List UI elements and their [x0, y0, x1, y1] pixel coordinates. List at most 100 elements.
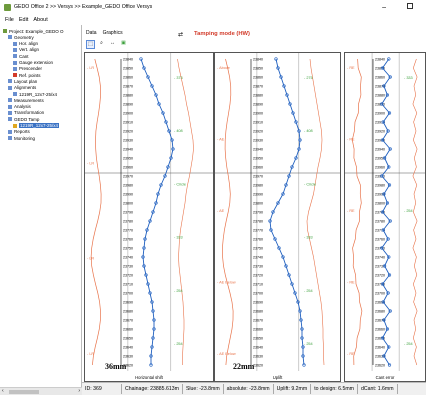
tree-node-icon [8, 129, 12, 134]
minimize-button[interactable]: – [382, 4, 386, 11]
design-curve [412, 58, 418, 366]
chainage-tick-label: 23950 [123, 157, 133, 161]
menu-about[interactable]: About [33, 17, 47, 23]
chainage-tick-label: 23660 [253, 328, 263, 332]
tab-graphics[interactable]: Graphics [101, 30, 125, 36]
tree-item[interactable]: GEDO Tamp [8, 116, 39, 122]
element-label: - 373 [174, 76, 183, 80]
tree-item[interactable]: Gauge extension [13, 60, 53, 66]
export-icon[interactable]: ▣ [119, 40, 128, 49]
chainage-tick-label: 23750 [123, 247, 133, 251]
tree-item[interactable]: Prescender [13, 66, 42, 72]
tree-item-label: Prescender [19, 66, 43, 72]
tree-item[interactable]: Ref. points [13, 72, 41, 78]
chainage-tick-label: 23630 [375, 355, 385, 359]
tamping-mode-icon[interactable]: ⇄ [178, 31, 188, 38]
chainage-tick-label: 23800 [253, 202, 263, 206]
chainage-tick-label: 23920 [123, 130, 133, 134]
uplift-panel[interactable]: 23840 23850 23860 23870 23880 23890 23900 23910… [214, 52, 341, 382]
tree-node-icon [13, 47, 17, 52]
tree-node-icon [8, 104, 12, 109]
status-slue: Slue: -23.8mm [183, 384, 224, 394]
chainage-tick-label: 23850 [123, 67, 133, 71]
status-dcant: dCant: 1.6mm [358, 384, 398, 394]
tree-item[interactable]: Alignments [8, 85, 36, 91]
element-label: - 254 [404, 342, 413, 346]
uplift-chart[interactable]: 23840 23850 23860 23870 23880 23890 23900 23910… [215, 53, 341, 382]
tree-item[interactable]: 1219R_12x7-25/x4 [13, 123, 60, 129]
tree-item[interactable]: Project: Example_GEDO O [3, 28, 64, 34]
tree-item-label: Hor. align [19, 41, 39, 47]
tree-horizontal-scrollbar[interactable]: ‹ › [0, 387, 82, 395]
chainage-tick-label: 23870 [253, 85, 263, 89]
chainage-tick-label: 23890 [253, 103, 263, 107]
horizontal-shift-chart[interactable]: 23840 23850 23860 23870 23880 23890 23900 23910… [85, 53, 214, 382]
scale-label: 22mm [233, 362, 255, 371]
chainage-tick-label: 23700 [123, 292, 133, 296]
limit-label: - RE [347, 138, 355, 142]
select-tool-icon[interactable]: ⬚ [86, 40, 95, 49]
tree-item[interactable]: Reports [8, 129, 30, 135]
menu-edit[interactable]: Edit [19, 17, 28, 23]
element-label: - 254 [304, 342, 313, 346]
chainage-tick-label: 23730 [123, 265, 133, 269]
tree-item[interactable]: Transformation [8, 110, 44, 116]
tree-item-label: Vert. align [19, 47, 40, 53]
limit-label: - RE [347, 209, 355, 213]
horizontal-shift-panel[interactable]: 23840 23850 23860 23870 23880 23890 23900 23910… [84, 52, 214, 382]
chainage-tick-label: 23980 [253, 184, 263, 188]
chainage-tick-label: 23620 [253, 364, 263, 368]
tree-item-label: Layout plan [14, 78, 38, 84]
limit-label: - RE [347, 352, 355, 356]
chainage-tick-label: 23670 [253, 319, 263, 323]
pan-arrows-icon[interactable]: ↔ [108, 40, 117, 49]
panel-title: Uplift [272, 375, 283, 380]
tree-item-label: GEDO Tamp [14, 116, 40, 122]
chainage-tick-label: 23740 [123, 256, 133, 260]
chainage-tick-label: 23690 [253, 301, 263, 305]
tree-item[interactable]: 1219R_12x7-25/x4 [13, 91, 57, 97]
chainage-tick-label: 23700 [375, 292, 385, 296]
tab-data[interactable]: Data [84, 30, 99, 36]
tree-item[interactable]: Analysis [8, 104, 31, 110]
tree-item[interactable]: Vert. align [13, 47, 39, 53]
chainage-tick-label: 23760 [375, 238, 385, 242]
tree-node-icon [13, 54, 17, 59]
limit-label: - RE [347, 66, 355, 70]
chainage-tick-label: 23640 [253, 346, 263, 350]
reference-curve [90, 58, 102, 366]
chainage-tick-label: 23770 [123, 229, 133, 233]
tree-item[interactable]: Geometry [8, 34, 34, 40]
chainage-tick-label: 23710 [123, 283, 133, 287]
cant-error-panel[interactable]: 23840 23850 23860 23870 23880 23890 23900 23910… [344, 52, 426, 382]
chainage-tick-label: 23940 [253, 148, 263, 152]
chainage-tick-label: 23730 [253, 265, 263, 269]
menu-bar: File Edit About [0, 14, 82, 25]
tree-item[interactable]: Layout plan [8, 78, 37, 84]
title-bar: GEDO Office 2 >> Versys >> Example_GEDO … [0, 0, 426, 14]
chainage-tick-label: 23990 [375, 193, 385, 197]
chainage-tick-label: 23880 [123, 94, 133, 98]
maximize-button[interactable] [407, 3, 413, 9]
tree-node-icon [13, 66, 17, 71]
tree-item[interactable]: Cant [13, 53, 29, 59]
chainage-tick-label: 23940 [375, 148, 385, 152]
limit-label: - AE [217, 209, 225, 213]
chainage-tick-label: 23650 [253, 337, 263, 341]
zoom-icon[interactable]: ⌕ [97, 40, 106, 49]
menu-file[interactable]: File [5, 17, 14, 23]
element-label: - 333 [174, 236, 183, 240]
tree-item[interactable]: Hor. align [13, 41, 38, 47]
chainage-tick-label: 23940 [123, 148, 133, 152]
chainage-tick-label: 23950 [253, 157, 263, 161]
tree-item[interactable]: Monitoring [8, 135, 35, 141]
tamping-mode-label: Tamping mode (HW) [194, 31, 250, 37]
scroll-left-arrow-icon[interactable]: ‹ [2, 388, 4, 394]
cant-error-chart[interactable]: 2384023850238602387023880238902390023910… [345, 53, 426, 382]
tree-item[interactable]: Measurements [8, 97, 44, 103]
chainage-tick-label: 23670 [123, 319, 133, 323]
scroll-right-arrow-icon[interactable]: › [78, 388, 80, 394]
chainage-tick-label: 23680 [123, 310, 133, 314]
tree-item-label: Reports [14, 129, 30, 135]
scroll-thumb[interactable] [9, 390, 39, 394]
